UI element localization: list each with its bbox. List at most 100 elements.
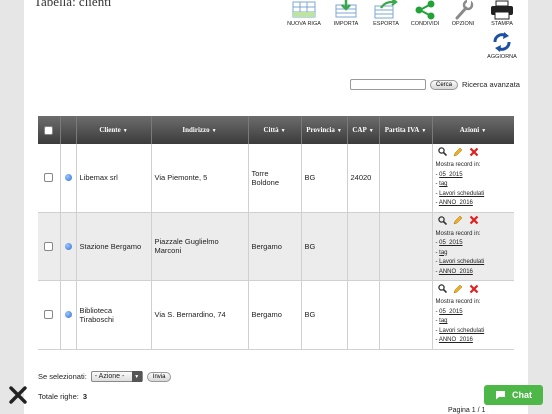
- print-button[interactable]: STAMPA: [482, 0, 522, 27]
- printer-icon: [491, 0, 513, 20]
- close-icon[interactable]: [9, 386, 27, 404]
- bulk-actions: Se selezionati: - Azione - ▼ Invia: [38, 371, 172, 382]
- pagination: Pagina 1 / 1: [448, 407, 485, 414]
- column-header-provincia[interactable]: Provincia ▼: [301, 116, 348, 144]
- record-link-lavori-schedulati[interactable]: Lavori schedulati: [439, 259, 484, 265]
- record-link-anno-2016[interactable]: ANNO_2016: [439, 269, 473, 275]
- send-button[interactable]: Invia: [146, 371, 172, 382]
- table-header-row: Cliente ▼ Indirizzo ▼ Città ▼ Provincia ▼ CA…: [38, 116, 514, 144]
- cell-indirizzo: Via S. Bernardino, 74: [151, 280, 249, 350]
- row-checkbox[interactable]: [44, 310, 54, 320]
- cell-partita-iva: [379, 144, 433, 213]
- cell-partita-iva: [379, 212, 433, 281]
- chat-label: Chat: [512, 390, 532, 400]
- search-row: Cerca Ricerca avanzata: [350, 79, 520, 90]
- cell-cliente: Stazione Bergamo: [76, 212, 152, 281]
- record-link-lavori-schedulati[interactable]: Lavori schedulati: [439, 191, 484, 197]
- column-header-cap[interactable]: CAP ▼: [347, 116, 380, 144]
- cell-actions: Mostra record in: - 05_2015 - tag - Lavo…: [432, 212, 514, 281]
- table-row[interactable]: Biblioteca Tiraboschi Via S. Bernardino,…: [38, 280, 514, 350]
- delete-icon[interactable]: [469, 284, 479, 299]
- cell-cap: [347, 212, 380, 281]
- import-icon: [335, 0, 357, 18]
- pager-total: / 1: [477, 407, 486, 414]
- export-button[interactable]: ESPORTA: [366, 0, 406, 27]
- record-link-tag[interactable]: tag: [439, 318, 447, 324]
- cell-cliente: Libemax srl: [76, 144, 152, 213]
- cell-actions: Mostra record in: - 05_2015 - tag - Lavo…: [432, 280, 514, 350]
- table-row[interactable]: Libemax srl Via Piemonte, 5 Torre Boldon…: [38, 144, 514, 213]
- row-status-icon[interactable]: [64, 174, 72, 182]
- share-icon: [415, 0, 435, 20]
- cell-citta: Bergamo: [248, 280, 302, 350]
- import-button[interactable]: IMPORTA: [326, 0, 366, 27]
- chat-button[interactable]: Chat: [484, 385, 543, 405]
- total-rows-value: 3: [82, 392, 88, 401]
- table-row[interactable]: Stazione Bergamo Piazzale Guglielmo Marc…: [38, 212, 514, 281]
- cell-indirizzo: Via Piemonte, 5: [151, 144, 249, 213]
- cell-provincia: BG: [301, 280, 348, 350]
- chevron-down-icon: ▼: [131, 371, 142, 382]
- cell-cliente: Biblioteca Tiraboschi: [76, 280, 152, 350]
- column-header-citta[interactable]: Città ▼: [248, 116, 302, 144]
- record-link-tag[interactable]: tag: [439, 250, 447, 256]
- search-icon[interactable]: [437, 147, 447, 161]
- bulk-action-select[interactable]: - Azione - ▼: [90, 371, 143, 382]
- row-checkbox[interactable]: [44, 173, 54, 183]
- search-input[interactable]: [350, 79, 426, 90]
- cell-cap: [347, 280, 380, 350]
- bulk-action-value: - Azione -: [94, 373, 125, 380]
- chat-bubble-icon: [496, 391, 505, 400]
- record-link-lavori-schedulati[interactable]: Lavori schedulati: [439, 328, 484, 334]
- row-status-icon[interactable]: [64, 311, 72, 319]
- search-icon[interactable]: [437, 284, 447, 298]
- record-link-05-2015[interactable]: 05_2015: [439, 309, 462, 315]
- refresh-icon: [493, 32, 511, 52]
- select-all-header: [38, 116, 61, 144]
- edit-pencil-icon[interactable]: [453, 284, 463, 299]
- record-link-tag[interactable]: tag: [439, 181, 447, 187]
- show-records-label: Mostra record in:: [435, 230, 481, 237]
- content-panel: Tabella: clienti NUOVA RIGA IMPORTA ESPO…: [24, 0, 528, 414]
- column-header-indirizzo[interactable]: Indirizzo ▼: [151, 116, 249, 144]
- column-header-azioni[interactable]: Azioni ▼: [432, 116, 514, 144]
- options-label: OPZIONI: [451, 21, 475, 27]
- total-rows-label: Totale righe:: [38, 392, 79, 401]
- show-records-label: Mostra record in:: [435, 162, 481, 168]
- search-icon[interactable]: [437, 216, 447, 230]
- options-button[interactable]: OPZIONI: [443, 0, 483, 27]
- export-icon: [374, 0, 398, 19]
- refresh-button[interactable]: AGGIORNA: [482, 31, 522, 60]
- new-row-button[interactable]: NUOVA RIGA: [284, 0, 324, 27]
- cell-citta: Bergamo: [248, 212, 302, 281]
- row-checkbox[interactable]: [44, 241, 54, 251]
- cell-provincia: BG: [301, 144, 348, 213]
- print-label: STAMPA: [491, 21, 513, 27]
- advanced-search-link[interactable]: Ricerca avanzata: [462, 80, 520, 89]
- record-link-anno-2016[interactable]: ANNO_2016: [439, 337, 473, 343]
- edit-pencil-icon[interactable]: [453, 147, 463, 162]
- share-label: CONDIVIDI: [410, 21, 440, 27]
- cell-cap: 24020: [347, 144, 380, 213]
- delete-icon[interactable]: [469, 215, 479, 230]
- delete-icon[interactable]: [469, 147, 479, 162]
- column-header-partita-iva[interactable]: Partita IVA ▼: [379, 116, 433, 144]
- record-link-anno-2016[interactable]: ANNO_2016: [439, 200, 473, 206]
- select-all-checkbox[interactable]: [44, 125, 54, 135]
- cell-citta: Torre Boldone: [248, 144, 302, 213]
- cell-partita-iva: [379, 280, 433, 350]
- record-link-05-2015[interactable]: 05_2015: [439, 172, 462, 178]
- cell-provincia: BG: [301, 212, 348, 281]
- new-row-icon: [292, 1, 316, 18]
- import-label: IMPORTA: [333, 21, 359, 27]
- row-status-icon[interactable]: [64, 242, 72, 250]
- clients-table: Cliente ▼ Indirizzo ▼ Città ▼ Provincia ▼ CA…: [38, 116, 514, 350]
- record-link-05-2015[interactable]: 05_2015: [439, 240, 462, 246]
- total-rows: Totale righe: 3: [38, 392, 87, 401]
- new-row-label: NUOVA RIGA: [287, 21, 321, 27]
- edit-pencil-icon[interactable]: [453, 215, 463, 230]
- pager-current[interactable]: 1: [472, 407, 476, 414]
- column-header-cliente[interactable]: Cliente ▼: [76, 116, 152, 144]
- share-button[interactable]: CONDIVIDI: [405, 0, 445, 27]
- search-button[interactable]: Cerca: [430, 79, 459, 90]
